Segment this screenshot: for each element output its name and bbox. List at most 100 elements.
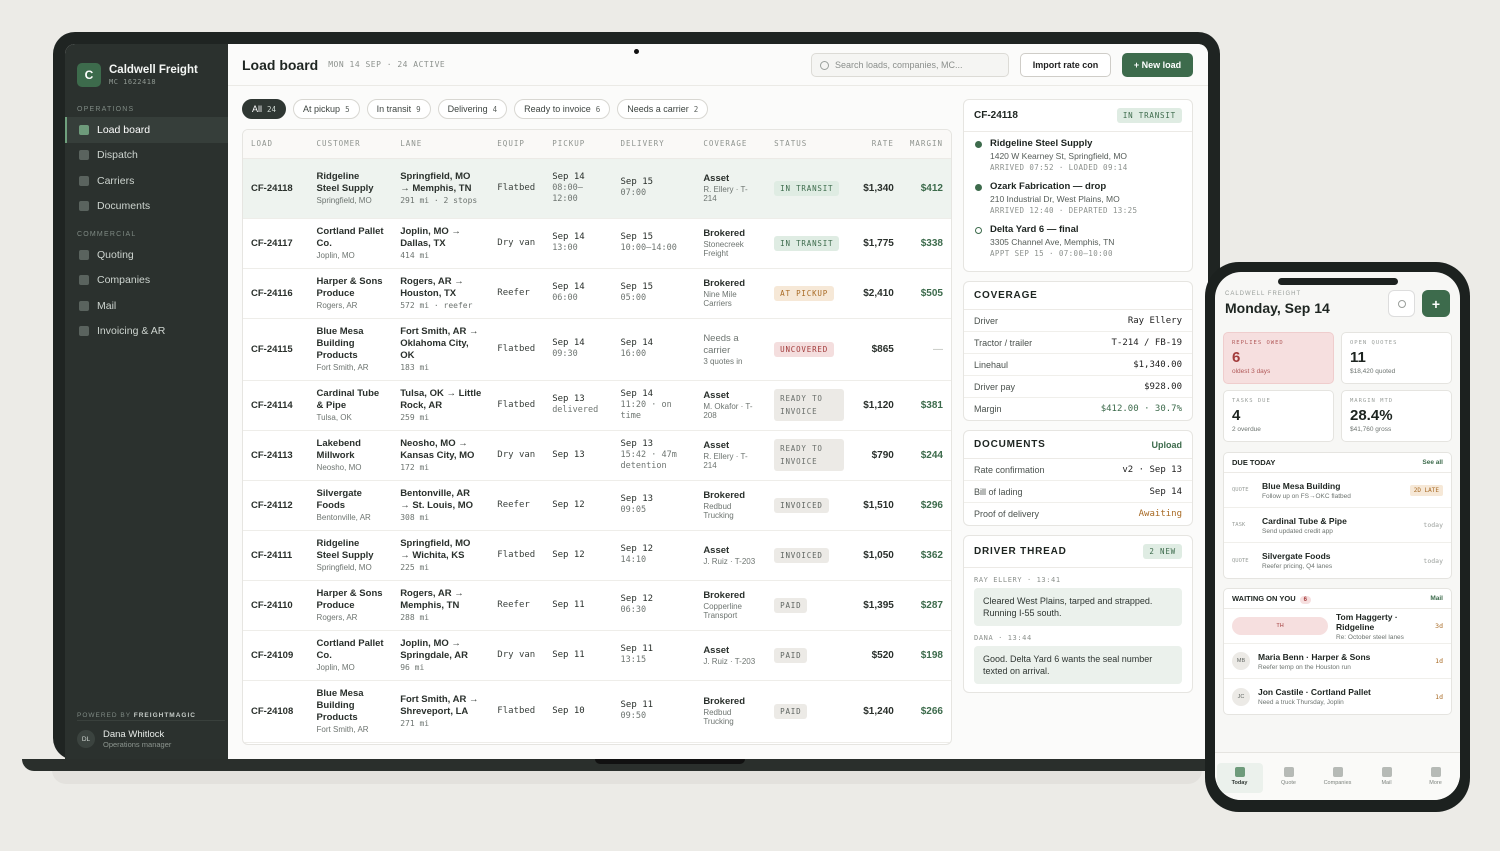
filter-chip-in-transit[interactable]: In transit 9 xyxy=(366,99,431,119)
table-row[interactable]: CF-24115 Blue Mesa Building Products Fort … xyxy=(243,318,951,381)
stop-item[interactable]: Ridgeline Steel Supply 1420 W Kearney St,… xyxy=(975,138,1182,172)
table-row[interactable]: CF-24110 Harper & Sons Produce Rogers, AR R… xyxy=(243,580,951,631)
table-row[interactable]: CF-24111 Ridgeline Steel Supply Springfiel… xyxy=(243,530,951,581)
item-title: Jon Castile · Cortland Pallet xyxy=(1258,687,1371,697)
column-header-load[interactable]: LOAD xyxy=(243,130,309,159)
item-tag: QUOTE xyxy=(1232,487,1249,493)
item-sub: Need a truck Thursday, Joplin xyxy=(1258,699,1344,706)
stop-item[interactable]: Delta Yard 6 — final 3305 Channel Ave, Me… xyxy=(975,224,1182,258)
tab-companies[interactable]: Companies xyxy=(1315,763,1361,793)
coverage-margin[interactable]: Margin $412.00 · 30.7% xyxy=(964,398,1192,420)
table-row[interactable]: CF-24112 Silvergate Foods Bentonville, AR B… xyxy=(243,480,951,531)
coverage-driver[interactable]: Driver Ray Ellery xyxy=(964,310,1192,332)
lane-detail: 259 mi xyxy=(400,413,430,422)
coverage-cell: Brokered Stonecreek Freight xyxy=(695,218,767,269)
document-proof-of-delivery[interactable]: Proof of delivery Awaiting xyxy=(964,503,1192,525)
column-header-pickup[interactable]: PICKUP xyxy=(544,130,613,159)
column-header-customer[interactable]: CUSTOMER xyxy=(308,130,393,159)
filter-chip-delivering[interactable]: Delivering 4 xyxy=(437,99,508,119)
stop-item[interactable]: Ozark Fabrication — drop 210 Industrial D… xyxy=(975,181,1182,215)
sidebar-item-mail[interactable]: Mail xyxy=(65,293,228,319)
status-badge: IN TRANSIT xyxy=(774,180,840,196)
current-user[interactable]: DL Dana Whitlock Operations manager xyxy=(77,720,225,749)
coverage-linehaul[interactable]: Linehaul $1,340.00 xyxy=(964,354,1192,376)
list-item[interactable]: QUOTE Silvergate Foods Reefer pricing, Q4 … xyxy=(1224,543,1451,578)
equipment: Dry van xyxy=(489,630,545,681)
import-rate-con-button[interactable]: Import rate con xyxy=(1020,53,1111,77)
phone-search-button[interactable] xyxy=(1388,290,1415,317)
detail-load-id: CF-24118 xyxy=(974,110,1018,121)
column-header-status[interactable]: STATUS xyxy=(766,130,853,159)
table-row[interactable]: CF-24113 Lakebend Millwork Neosho, MO Neosh… xyxy=(243,430,951,481)
sidebar-item-carriers[interactable]: Carriers xyxy=(65,168,228,194)
table-row[interactable]: CF-24117 Cortland Pallet Co. Joplin, MO Jop… xyxy=(243,218,951,269)
mail-link[interactable]: Mail xyxy=(1430,595,1443,602)
brand[interactable]: C Caldwell Freight MC 1622418 xyxy=(65,44,228,94)
table-row[interactable]: CF-24118 Ridgeline Steel Supply Springfiel… xyxy=(243,158,951,219)
sidebar-item-documents[interactable]: Documents xyxy=(65,194,228,220)
search-input[interactable]: Search loads, companies, MC... xyxy=(811,53,1009,77)
upload-button[interactable]: Upload xyxy=(1152,440,1183,450)
document-bill-of-lading[interactable]: Bill of lading Sep 14 xyxy=(964,481,1192,503)
filter-chip-needs-a-carrier[interactable]: Needs a carrier 2 xyxy=(617,99,709,119)
see-all-link[interactable]: See all xyxy=(1422,459,1443,466)
customer-name: Lakebend Millwork xyxy=(316,438,361,461)
lane-detail: 288 mi xyxy=(400,613,430,622)
filter-chip-ready-to-invoice[interactable]: Ready to invoice 6 xyxy=(514,99,611,119)
list-item[interactable]: JC Jon Castile · Cortland Pallet Need a tr… xyxy=(1224,679,1451,714)
sidebar-item-quoting[interactable]: Quoting xyxy=(65,242,228,268)
item-body: Maria Benn · Harper & Sons Reefer temp on… xyxy=(1258,652,1427,671)
waiting-section: WAITING ON YOU 6 Mail TH Tom Haggerty · Ri… xyxy=(1223,588,1452,715)
powered-by: POWERED BY FREIGHTMAGIC xyxy=(77,712,196,719)
list-item[interactable]: MB Maria Benn · Harper & Sons Reefer temp … xyxy=(1224,644,1451,679)
pickup-cell: Sep 13 delivered xyxy=(544,380,613,431)
sidebar-item-dispatch[interactable]: Dispatch xyxy=(65,143,228,169)
equipment: Flatbed xyxy=(489,680,545,743)
sidebar-item-invoicing-ar[interactable]: Invoicing & AR xyxy=(65,319,228,345)
column-header-lane[interactable]: LANE xyxy=(392,130,490,159)
phone-tab-bar: Today Quote Companies Mail More xyxy=(1215,752,1460,800)
table-row[interactable]: CF-24108 Blue Mesa Building Products Fort … xyxy=(243,680,951,743)
coverage-cell: Brokered Nine Mile Carriers xyxy=(695,268,767,319)
delivery-cell: Sep 12 14:10 xyxy=(612,530,696,581)
load-id: CF-24108 xyxy=(243,680,309,743)
list-item[interactable]: TH Tom Haggerty · Ridgeline Re: October st… xyxy=(1224,609,1451,644)
document-rate-confirmation[interactable]: Rate confirmation v2 · Sep 13 xyxy=(964,459,1192,481)
column-header-rate[interactable]: RATE xyxy=(852,130,902,159)
column-header-equip[interactable]: EQUIP xyxy=(489,130,545,159)
table-row[interactable]: CF-24114 Cardinal Tube & Pipe Tulsa, OK Tul… xyxy=(243,380,951,431)
item-body: Jon Castile · Cortland Pallet Need a truc… xyxy=(1258,687,1427,706)
column-header-coverage[interactable]: COVERAGE xyxy=(695,130,767,159)
column-header-delivery[interactable]: DELIVERY xyxy=(612,130,696,159)
list-item[interactable]: QUOTE Blue Mesa Building Follow up on FS→O… xyxy=(1224,473,1451,508)
document-label: Proof of delivery xyxy=(974,509,1040,519)
table-row[interactable]: CF-24116 Harper & Sons Produce Rogers, AR R… xyxy=(243,268,951,319)
coverage-type: Asset xyxy=(703,544,730,556)
filter-chip-all[interactable]: All 24 xyxy=(242,99,287,119)
coverage-type: Brokered xyxy=(703,696,746,707)
sidebar-item-load-board[interactable]: Load board xyxy=(65,117,228,143)
stat-open-quotes[interactable]: OPEN QUOTES 11 $18,420 quoted xyxy=(1341,332,1452,384)
filter-chip-at-pickup[interactable]: At pickup 5 xyxy=(293,99,360,119)
stat-replies-owed[interactable]: REPLIES OWED 6 oldest 3 days xyxy=(1223,332,1334,384)
sidebar-item-companies[interactable]: Companies xyxy=(65,268,228,294)
table-row[interactable]: CF-24109 Cortland Pallet Co. Joplin, MO Jop… xyxy=(243,630,951,681)
tab-quote[interactable]: Quote xyxy=(1266,763,1312,793)
coverage-tractor-trailer[interactable]: Tractor / trailer T-214 / FB-19 xyxy=(964,332,1192,354)
stat-margin-mtd[interactable]: MARGIN MTD 28.4% $41,760 gross xyxy=(1341,390,1452,442)
filter-count: 4 xyxy=(492,104,498,114)
new-load-button[interactable]: + New load xyxy=(1122,53,1193,77)
camera xyxy=(634,49,639,54)
column-header-margin[interactable]: MARGIN xyxy=(901,130,951,159)
stat-tasks-due[interactable]: TASKS DUE 4 2 overdue xyxy=(1223,390,1334,442)
dispatch-icon xyxy=(79,150,89,161)
coverage-driver-pay[interactable]: Driver pay $928.00 xyxy=(964,376,1192,398)
item-sub: Re: October steel lanes xyxy=(1336,633,1404,641)
status-cell: INVOICED xyxy=(766,530,853,581)
tab-mail[interactable]: Mail xyxy=(1364,763,1410,793)
phone-add-button[interactable]: + xyxy=(1422,290,1450,317)
tab-today[interactable]: Today xyxy=(1216,763,1263,793)
list-item[interactable]: TASK Cardinal Tube & Pipe Send updated cre… xyxy=(1224,508,1451,543)
tab-more[interactable]: More xyxy=(1413,763,1459,793)
customer-name: Silvergate Foods xyxy=(316,488,362,511)
